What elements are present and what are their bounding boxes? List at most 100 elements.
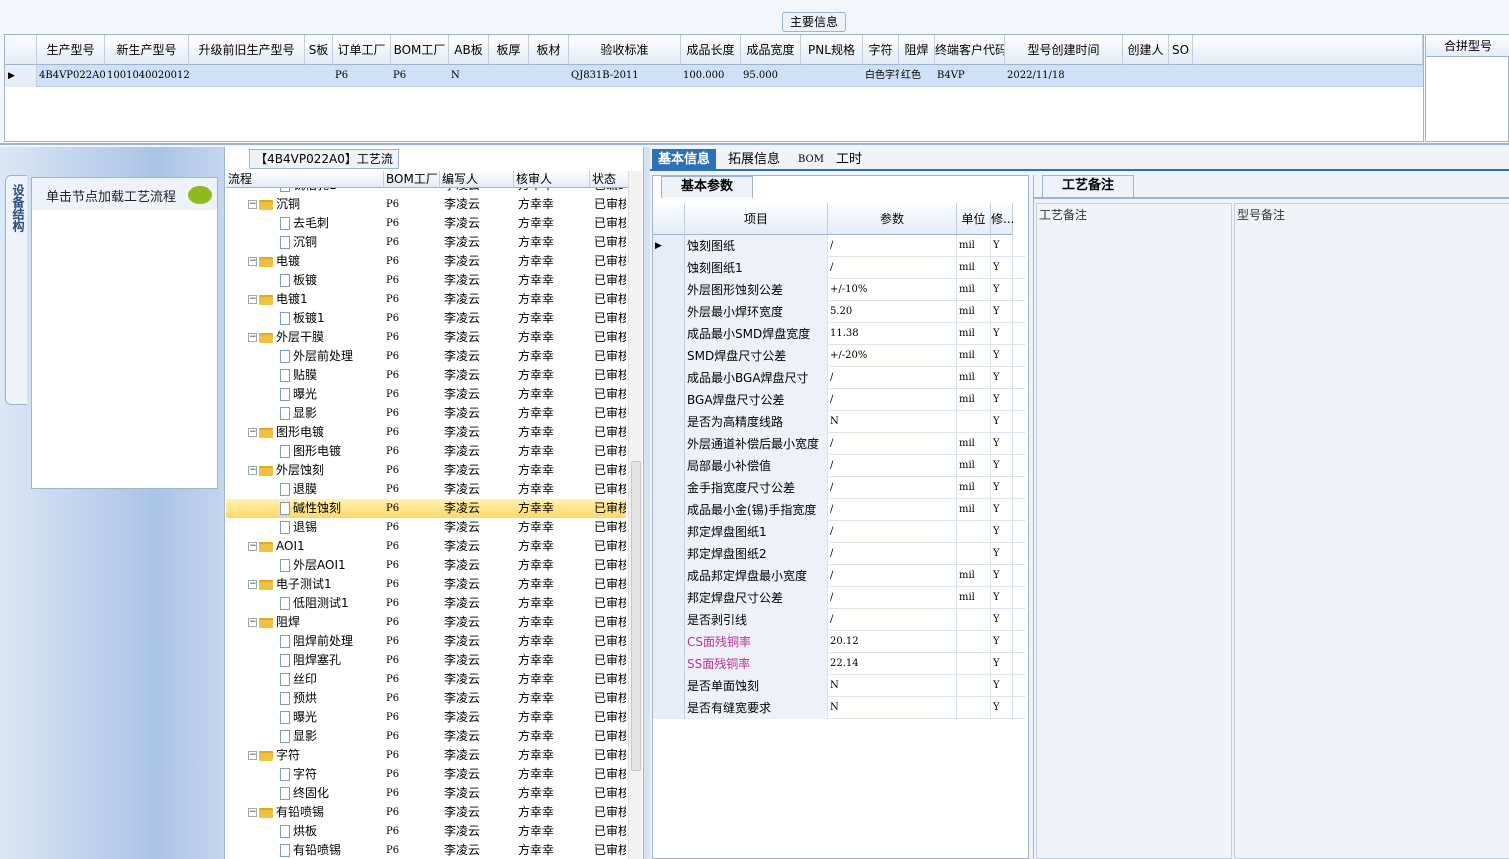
tree-node[interactable]: − 沉铜: [248, 195, 382, 214]
tree-node[interactable]: 外层AOI1: [280, 556, 382, 575]
tree-row[interactable]: 丝印 P6 李凌云 方幸幸 已审核: [226, 670, 626, 689]
params-row[interactable]: 蚀刻图纸1/mil Y: [653, 257, 1025, 279]
tree-row[interactable]: 终固化 P6 李凌云 方幸幸 已审核: [226, 784, 626, 803]
tree-node[interactable]: − 电镀1: [248, 290, 382, 309]
tree-row[interactable]: 有铅喷锡 P6 李凌云 方幸幸 已审核: [226, 841, 626, 859]
param-value[interactable]: /: [828, 543, 957, 565]
tree-row[interactable]: 碱性蚀刻 P6 李凌云 方幸幸 已审核: [226, 499, 626, 518]
tree-node[interactable]: 显影: [280, 727, 382, 746]
column-header[interactable]: 阻焊: [899, 35, 935, 65]
tree-node[interactable]: − 电子测试1: [248, 575, 382, 594]
params-row[interactable]: 成品邦定焊盘最小宽度 / mil Y: [653, 565, 1025, 587]
table-cell[interactable]: QJ831B-2011: [569, 65, 681, 87]
tree-row[interactable]: 曝光 P6 李凌云 方幸幸 已审核: [226, 385, 626, 404]
tree-row[interactable]: 显影 P6 李凌云 方幸幸 已审核: [226, 727, 626, 746]
table-cell[interactable]: 10010400200129: [105, 65, 189, 87]
collapse-icon[interactable]: −: [248, 257, 257, 266]
tree-node[interactable]: 阻焊塞孔: [280, 651, 382, 670]
param-value[interactable]: /: [828, 235, 957, 257]
table-cell[interactable]: [1123, 65, 1169, 87]
params-column-header[interactable]: 修...: [991, 203, 1014, 235]
tree-node[interactable]: 退膜: [280, 480, 382, 499]
collapse-icon[interactable]: −: [248, 295, 257, 304]
params-row[interactable]: 是否有缝宽要求 N Y: [653, 697, 1025, 719]
tree-row[interactable]: 板镀 P6 李凌云 方幸幸 已审核: [226, 271, 626, 290]
tree-node[interactable]: − 外层干膜: [248, 328, 382, 347]
collapse-icon[interactable]: −: [248, 542, 257, 551]
tree-node[interactable]: − 电镀: [248, 252, 382, 271]
params-row[interactable]: 成品最小SMD焊盘宽度 11.38 mil Y: [653, 323, 1025, 345]
table-row[interactable]: ▶ 4B4VP022A0 10010400200129 P6 P6 N QJ831B-201…: [5, 65, 1423, 87]
flow-column-header[interactable]: 状态: [590, 171, 629, 188]
params-row[interactable]: 成品最小BGA焊盘尺寸 / mil Y: [653, 367, 1025, 389]
table-cell[interactable]: [489, 65, 529, 87]
tree-row[interactable]: 沉铜 P6 李凌云 方幸幸 已审核: [226, 233, 626, 252]
collapse-icon[interactable]: −: [248, 808, 257, 817]
params-row[interactable]: 外层最小焊环宽度 5.20 mil Y: [653, 301, 1025, 323]
tree-node[interactable]: 碱性蚀刻: [280, 499, 382, 518]
params-row[interactable]: 邦定焊盘图纸2/ Y: [653, 543, 1025, 565]
column-header[interactable]: 升级前旧生产型号: [189, 35, 305, 65]
param-value[interactable]: /: [828, 521, 957, 543]
column-header[interactable]: S板: [305, 35, 333, 65]
params-row[interactable]: SMD焊盘尺寸公差 +/-20% mil Y: [653, 345, 1025, 367]
tree-row[interactable]: 退膜 P6 李凌云 方幸幸 已审核: [226, 480, 626, 499]
collapse-icon[interactable]: −: [248, 333, 257, 342]
table-cell[interactable]: P6: [391, 65, 449, 87]
tree-row[interactable]: 预烘 P6 李凌云 方幸幸 已审核: [226, 689, 626, 708]
tree-row[interactable]: 去毛刺 P6 李凌云 方幸幸 已审核: [226, 214, 626, 233]
table-cell[interactable]: [305, 65, 333, 87]
tree-node[interactable]: 阻焊前处理: [280, 632, 382, 651]
tree-row[interactable]: 铣槽孔1 P6 李凌云方幸幸已编纠: [226, 188, 626, 195]
column-header[interactable]: 验收标准: [569, 35, 681, 65]
params-row[interactable]: BGA焊盘尺寸公差 / mil Y: [653, 389, 1025, 411]
params-row[interactable]: 邦定焊盘尺寸公差 / mil Y: [653, 587, 1025, 609]
table-cell[interactable]: 95.000: [741, 65, 801, 87]
tree-row[interactable]: 阻焊塞孔 P6 李凌云 方幸幸 已审核: [226, 651, 626, 670]
params-row[interactable]: ▶ 蚀刻图纸 / mil Y: [653, 235, 1025, 257]
column-header[interactable]: 生产型号: [37, 35, 105, 65]
params-row[interactable]: 局部最小补偿值 / mil Y: [653, 455, 1025, 477]
collapse-icon[interactable]: −: [248, 466, 257, 475]
table-cell[interactable]: [529, 65, 569, 87]
tree-node[interactable]: 板镀1: [280, 309, 382, 328]
collapse-icon[interactable]: −: [248, 618, 257, 627]
load-flow-header[interactable]: 单击节点加载工艺流程: [32, 178, 217, 210]
params-row[interactable]: 是否剥引线 / Y: [653, 609, 1025, 631]
tree-node[interactable]: 低阻测试1: [280, 594, 382, 613]
tree-row[interactable]: 板镀1 P6 李凌云 方幸幸 已审核: [226, 309, 626, 328]
table-cell[interactable]: [189, 65, 305, 87]
tree-node[interactable]: 显影: [280, 404, 382, 423]
param-value[interactable]: /: [828, 257, 957, 279]
tree-node[interactable]: − 字符: [248, 746, 382, 765]
table-cell[interactable]: N: [449, 65, 489, 87]
collapse-icon[interactable]: −: [248, 751, 257, 760]
basic-params-tab[interactable]: 基本参数: [661, 176, 753, 198]
tree-row[interactable]: 曝光 P6 李凌云 方幸幸 已审核: [226, 708, 626, 727]
params-row[interactable]: 外层图形蚀刻公差 +/-10% mil Y: [653, 279, 1025, 301]
tree-node[interactable]: 板镀: [280, 271, 382, 290]
table-cell[interactable]: P6: [333, 65, 391, 87]
tree-row[interactable]: − 阻焊 P6 李凌云 方幸幸 已审核: [226, 613, 626, 632]
table-cell[interactable]: 红色: [899, 65, 935, 87]
tree-node[interactable]: − 图形电镀: [248, 423, 382, 442]
craft-notes-tab[interactable]: 工艺备注: [1042, 175, 1134, 197]
table-cell[interactable]: 白色字符: [863, 65, 899, 87]
tree-node[interactable]: 贴膜: [280, 366, 382, 385]
tree-row[interactable]: 显影 P6 李凌云 方幸幸 已审核: [226, 404, 626, 423]
column-header[interactable]: 成品宽度: [741, 35, 801, 65]
tree-node[interactable]: 曝光: [280, 385, 382, 404]
param-value[interactable]: +/-10%: [828, 279, 957, 301]
param-value[interactable]: 22.14: [828, 653, 957, 675]
tree-node[interactable]: − 有铅喷锡: [248, 803, 382, 822]
table-cell[interactable]: 2022/11/18: [1005, 65, 1123, 87]
params-row[interactable]: 邦定焊盘图纸1/ Y: [653, 521, 1025, 543]
tree-row[interactable]: − 电子测试1 P6 李凌云 方幸幸 已审核: [226, 575, 626, 594]
flow-column-header[interactable]: 编写人: [440, 171, 514, 188]
flow-column-header[interactable]: BOM工厂: [384, 171, 440, 188]
param-value[interactable]: /: [828, 477, 957, 499]
tree-row[interactable]: 外层AOI1 P6 李凌云 方幸幸 已审核: [226, 556, 626, 575]
collapse-icon[interactable]: −: [248, 580, 257, 589]
table-cell[interactable]: 4B4VP022A0: [37, 65, 105, 87]
param-value[interactable]: /: [828, 587, 957, 609]
